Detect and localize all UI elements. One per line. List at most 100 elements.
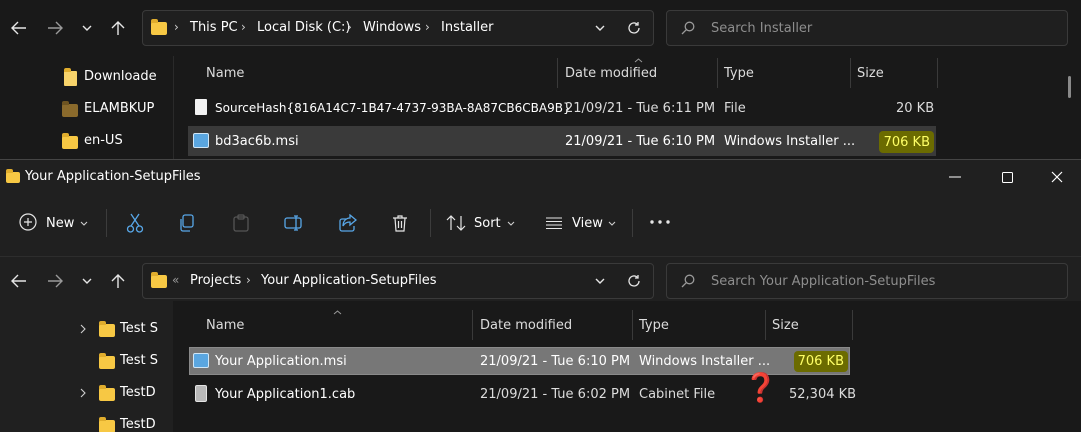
minimize-icon[interactable] bbox=[940, 166, 970, 188]
copy-icon[interactable] bbox=[176, 212, 198, 234]
sort-icon bbox=[446, 214, 466, 232]
file-date: 21/09/21 - Tue 6:10 PM bbox=[480, 354, 631, 369]
refresh-icon[interactable] bbox=[624, 18, 644, 38]
column-header-size[interactable]: Size bbox=[857, 66, 884, 81]
column-header-type[interactable]: Type bbox=[724, 66, 754, 81]
breadcrumb-separator: › bbox=[246, 273, 251, 287]
new-button[interactable]: New bbox=[46, 216, 74, 231]
chevron-right-icon[interactable] bbox=[78, 386, 88, 400]
column-header-name[interactable]: Name bbox=[206, 318, 244, 333]
breadcrumb-windows[interactable]: Windows bbox=[363, 20, 421, 35]
forward-arrow-icon[interactable] bbox=[44, 16, 66, 40]
refresh-icon[interactable] bbox=[624, 271, 644, 291]
column-separator[interactable] bbox=[850, 58, 851, 88]
toolbar-separator bbox=[430, 209, 431, 237]
column-separator[interactable] bbox=[557, 58, 558, 88]
msi-installer-icon bbox=[193, 353, 209, 368]
search-input[interactable]: Search Installer bbox=[711, 21, 812, 36]
breadcrumb-separator: › bbox=[241, 20, 246, 34]
search-icon bbox=[680, 20, 696, 36]
nav-item-elambkup[interactable]: ELAMBKUP bbox=[84, 101, 154, 116]
up-arrow-icon[interactable] bbox=[108, 269, 128, 293]
column-separator[interactable] bbox=[937, 58, 938, 88]
file-name[interactable]: bd3ac6b.msi bbox=[215, 134, 299, 149]
column-header-date[interactable]: Date modified bbox=[480, 318, 572, 333]
cut-scissors-icon[interactable] bbox=[124, 212, 146, 234]
folder-icon bbox=[99, 417, 115, 432]
address-history-chevron-icon[interactable] bbox=[592, 271, 608, 291]
pane-divider bbox=[173, 56, 174, 160]
folder-icon bbox=[99, 385, 115, 401]
more-options-icon[interactable] bbox=[648, 216, 672, 228]
installer-window: › This PC › Local Disk (C:) › Windows › … bbox=[0, 0, 1081, 160]
nav-item-downloads[interactable]: Downloade bbox=[84, 69, 157, 84]
toolbar-divider bbox=[0, 256, 1081, 257]
chevron-down-icon bbox=[606, 218, 618, 228]
file-name[interactable]: Your Application.msi bbox=[215, 354, 347, 369]
file-size: 20 KB bbox=[896, 101, 935, 116]
back-arrow-icon[interactable] bbox=[8, 16, 30, 40]
recent-chevron-down-icon[interactable] bbox=[78, 269, 96, 293]
breadcrumb-this-pc[interactable]: This PC bbox=[190, 20, 238, 35]
file-type: File bbox=[724, 101, 746, 116]
column-separator[interactable] bbox=[472, 310, 473, 340]
breadcrumb-local-disk[interactable]: Local Disk (C:) bbox=[257, 20, 350, 35]
column-header-date[interactable]: Date modified bbox=[565, 66, 657, 81]
breadcrumb-setupfiles[interactable]: Your Application-SetupFiles bbox=[261, 273, 437, 288]
nav-item-test-1[interactable]: Test S bbox=[120, 321, 158, 336]
column-header-size[interactable]: Size bbox=[772, 318, 799, 333]
scrollbar-thumb[interactable] bbox=[1068, 76, 1071, 98]
nav-item-testd-1[interactable]: TestD bbox=[120, 385, 156, 400]
nav-item-en-us[interactable]: en-US bbox=[84, 133, 123, 148]
file-date: 21/09/21 - Tue 6:10 PM bbox=[565, 134, 716, 149]
column-header-name[interactable]: Name bbox=[206, 66, 244, 81]
share-icon[interactable] bbox=[337, 212, 359, 234]
file-folder-icon bbox=[64, 68, 77, 86]
file-name[interactable]: SourceHash{816A14C7-1B47-4737-93BA-8A87C… bbox=[215, 101, 571, 115]
toolbar-separator bbox=[106, 209, 107, 237]
folder-icon bbox=[62, 133, 78, 149]
paste-clipboard-icon[interactable] bbox=[230, 212, 252, 234]
breadcrumb-separator: › bbox=[174, 20, 179, 34]
file-type: Windows Installer ... bbox=[724, 134, 856, 149]
msi-installer-icon bbox=[193, 133, 209, 148]
nav-item-test-2[interactable]: Test S bbox=[120, 353, 158, 368]
folder-icon bbox=[6, 169, 20, 183]
chevron-right-icon[interactable] bbox=[78, 322, 88, 336]
column-separator[interactable] bbox=[852, 310, 853, 340]
column-separator[interactable] bbox=[717, 58, 718, 88]
window-title: Your Application-SetupFiles bbox=[25, 169, 201, 184]
search-icon bbox=[680, 273, 696, 289]
file-icon bbox=[195, 99, 207, 115]
up-arrow-icon[interactable] bbox=[108, 16, 128, 40]
file-type: Cabinet File bbox=[639, 387, 716, 402]
column-separator[interactable] bbox=[632, 310, 633, 340]
sort-indicator-icon bbox=[331, 308, 343, 316]
breadcrumb-overflow[interactable]: « bbox=[172, 273, 179, 287]
delete-trash-icon[interactable] bbox=[389, 212, 411, 234]
forward-arrow-icon[interactable] bbox=[44, 269, 66, 293]
address-history-chevron-icon[interactable] bbox=[592, 18, 608, 38]
column-separator[interactable] bbox=[765, 310, 766, 340]
sort-button[interactable]: Sort bbox=[474, 216, 501, 231]
question-mark-annotation: ❓ bbox=[743, 371, 778, 404]
folder-icon bbox=[99, 353, 115, 369]
close-icon[interactable] bbox=[1042, 166, 1072, 188]
file-type: Windows Installer ... bbox=[639, 354, 771, 369]
back-arrow-icon[interactable] bbox=[8, 269, 30, 293]
view-button[interactable]: View bbox=[572, 216, 603, 231]
recent-chevron-down-icon[interactable] bbox=[78, 16, 96, 40]
search-input[interactable]: Search Your Application-SetupFiles bbox=[711, 274, 935, 289]
breadcrumb-installer[interactable]: Installer bbox=[441, 20, 493, 35]
folder-icon bbox=[99, 321, 115, 337]
folder-icon bbox=[151, 19, 167, 35]
chevron-down-icon bbox=[505, 218, 517, 228]
maximize-icon[interactable] bbox=[992, 166, 1022, 188]
rename-icon[interactable] bbox=[283, 212, 305, 234]
breadcrumb-projects[interactable]: Projects bbox=[190, 273, 241, 288]
nav-item-testd-2[interactable]: TestD bbox=[120, 417, 156, 432]
column-header-type[interactable]: Type bbox=[639, 318, 669, 333]
file-name[interactable]: Your Application1.cab bbox=[215, 387, 355, 402]
file-size: 52,304 KB bbox=[789, 387, 857, 402]
toolbar-separator bbox=[632, 209, 633, 237]
